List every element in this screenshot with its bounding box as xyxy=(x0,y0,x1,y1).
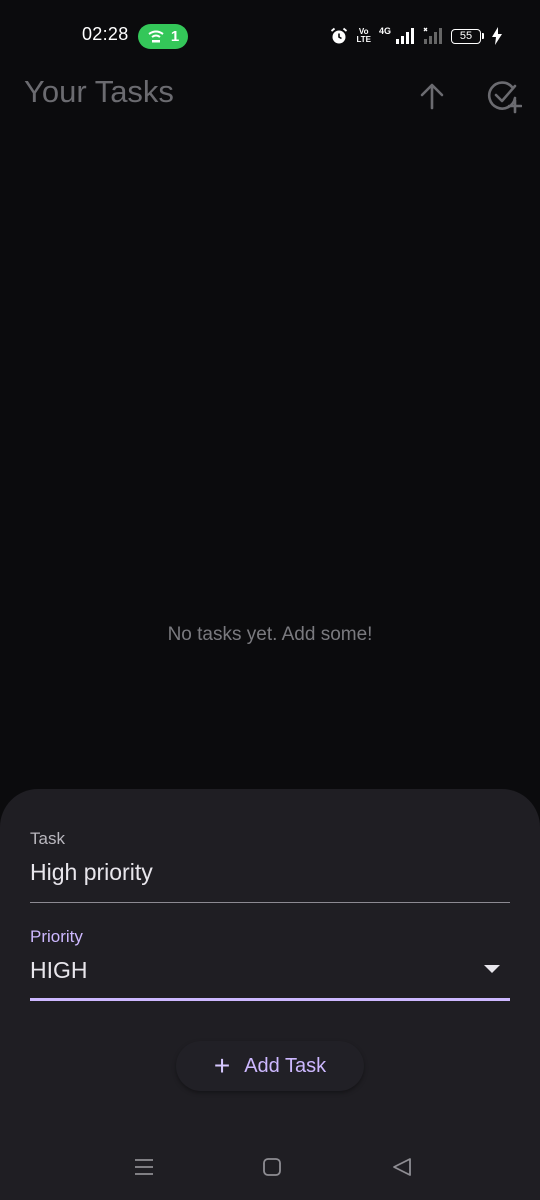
empty-state-message: No tasks yet. Add some! xyxy=(167,624,373,645)
priority-label: Priority xyxy=(30,927,83,946)
status-icons: Vo LTE 4G 55 xyxy=(330,25,502,47)
hotspot-icon xyxy=(148,30,164,42)
check-circle-plus-icon xyxy=(487,81,522,114)
back-icon xyxy=(393,1158,411,1176)
priority-dropdown[interactable]: Priority HIGH xyxy=(30,927,510,1001)
alarm-icon xyxy=(331,27,348,44)
volte-indicator: Vo LTE xyxy=(356,27,371,44)
hotspot-indicator[interactable]: 1 xyxy=(138,24,188,49)
menu-icon xyxy=(135,1159,153,1175)
task-underline xyxy=(30,902,510,903)
system-nav-bar xyxy=(0,1135,540,1200)
task-label: Task xyxy=(30,829,65,848)
add-task-icon-button[interactable] xyxy=(482,74,526,118)
signal-strong-icon xyxy=(396,28,414,44)
task-value[interactable]: High priority xyxy=(30,859,153,886)
priority-underline xyxy=(30,998,510,1001)
dropdown-arrow-icon[interactable] xyxy=(484,965,500,973)
back-button[interactable] xyxy=(389,1154,415,1180)
page-title: Your Tasks xyxy=(24,74,174,109)
add-task-button[interactable]: + Add Task xyxy=(176,1041,364,1091)
sort-button[interactable] xyxy=(410,74,454,118)
recent-apps-button[interactable] xyxy=(131,1154,157,1180)
network-type: 4G xyxy=(378,26,391,36)
status-bar: 02:28 1 Vo LTE 4G 55 xyxy=(0,0,540,70)
battery-level: 55 xyxy=(451,28,481,44)
priority-value[interactable]: HIGH xyxy=(30,957,88,984)
task-input[interactable]: Task High priority xyxy=(30,829,510,903)
home-button[interactable] xyxy=(259,1154,285,1180)
plus-icon: + xyxy=(213,1050,231,1081)
screen: 02:28 1 Vo LTE 4G 55 Your Tasks No tasks… xyxy=(0,0,540,1200)
hotspot-count: 1 xyxy=(170,28,180,45)
status-time: 02:28 xyxy=(82,24,129,44)
charging-bolt-icon xyxy=(492,27,502,45)
arrow-up-icon xyxy=(420,83,444,110)
add-task-button-label: Add Task xyxy=(244,1054,327,1077)
add-task-sheet: Task High priority Priority HIGH + Add T… xyxy=(0,789,540,1135)
home-icon xyxy=(263,1158,281,1176)
signal-no-service-icon xyxy=(423,27,442,44)
battery-indicator: 55 xyxy=(451,28,484,44)
